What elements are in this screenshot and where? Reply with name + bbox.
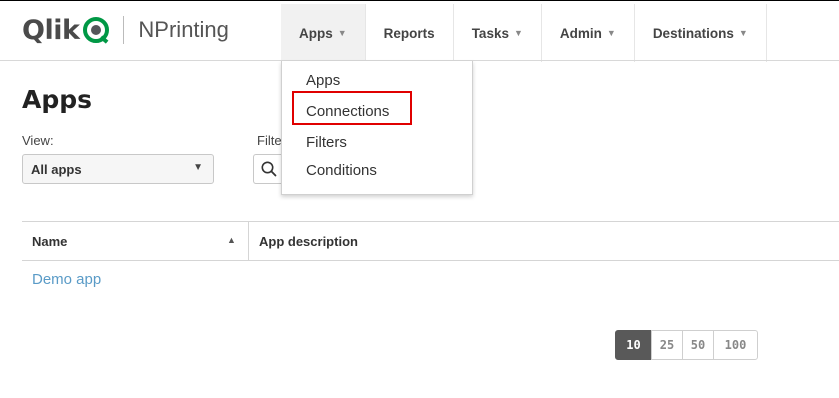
- apps-dropdown-menu: Apps Connections Filters Conditions: [281, 61, 473, 195]
- nav-apps[interactable]: Apps ▼: [281, 4, 366, 62]
- top-navbar: Qlik NPrinting Apps ▼ Reports Tasks ▼ Ad…: [0, 2, 839, 62]
- logo-separator: [123, 16, 125, 44]
- nav-reports[interactable]: Reports: [366, 4, 454, 62]
- nav-tasks-label: Tasks: [471, 25, 509, 41]
- menu-item-filters[interactable]: Filters: [306, 134, 347, 151]
- nav-tasks[interactable]: Tasks ▼: [454, 4, 542, 62]
- product-name: NPrinting: [138, 17, 229, 42]
- qlik-q-icon: [83, 17, 110, 44]
- page-size-10[interactable]: 10: [615, 330, 652, 360]
- filter-search-input[interactable]: [253, 154, 283, 184]
- page-size-25[interactable]: 25: [651, 330, 683, 360]
- chevron-down-icon: ▼: [606, 28, 616, 38]
- qlik-logo[interactable]: Qlik NPrinting: [22, 14, 229, 46]
- table-header: Name ▲ App description: [22, 221, 839, 261]
- view-select-value: All apps: [31, 162, 82, 177]
- page-size-50[interactable]: 50: [682, 330, 714, 360]
- top-border-line: [0, 0, 839, 1]
- highlight-annotation-box: [292, 91, 412, 125]
- nav-admin[interactable]: Admin ▼: [542, 4, 635, 62]
- nav-destinations[interactable]: Destinations ▼: [635, 4, 767, 62]
- menu-item-conditions[interactable]: Conditions: [306, 162, 377, 179]
- search-icon: [261, 161, 277, 177]
- menu-item-apps[interactable]: Apps: [306, 72, 340, 89]
- chevron-down-icon: ▼: [513, 28, 523, 38]
- column-divider: [248, 222, 249, 260]
- view-select[interactable]: All apps ▼: [22, 154, 214, 184]
- column-header-name[interactable]: Name: [32, 234, 67, 249]
- nav-admin-label: Admin: [559, 25, 602, 41]
- page-title: Apps: [22, 85, 93, 114]
- page-size-selector: 10 25 50 100: [615, 330, 758, 360]
- column-header-description[interactable]: App description: [259, 234, 358, 249]
- view-label: View:: [22, 133, 54, 148]
- nav-apps-label: Apps: [299, 25, 333, 41]
- filter-label: Filte: [257, 133, 282, 148]
- app-link-demo-app[interactable]: Demo app: [32, 271, 101, 288]
- sort-ascending-icon[interactable]: ▲: [227, 235, 236, 245]
- nav-reports-label: Reports: [383, 25, 435, 41]
- chevron-down-icon: ▼: [738, 28, 748, 38]
- chevron-down-icon: ▼: [337, 28, 347, 38]
- main-nav: Apps ▼ Reports Tasks ▼ Admin ▼ Destinati…: [281, 4, 767, 62]
- dropdown-arrow-icon: ▼: [193, 162, 203, 173]
- page-size-100[interactable]: 100: [713, 330, 758, 360]
- nav-destinations-label: Destinations: [652, 25, 734, 41]
- logo-wordmark: Qlik: [22, 14, 80, 46]
